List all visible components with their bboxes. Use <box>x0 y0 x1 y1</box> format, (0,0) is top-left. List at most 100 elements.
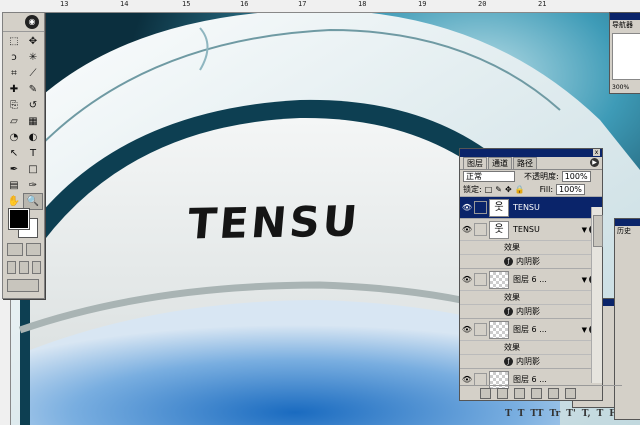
gradient-icon[interactable]: ▦ <box>24 114 42 129</box>
brush-link-icon[interactable] <box>474 201 487 214</box>
lock-image-icon[interactable]: ✎ <box>495 185 502 194</box>
magic-wand-icon[interactable]: ✳ <box>24 50 42 65</box>
navigator-preview[interactable] <box>612 33 640 80</box>
layer-row-tensu[interactable]: 👁 웃 TENSU ▼ƒ <box>460 218 602 240</box>
ruler-top: 13 14 15 16 17 18 19 20 21 <box>0 0 640 13</box>
fill-input[interactable]: 100% <box>556 184 585 195</box>
eyedropper-icon[interactable]: ✑ <box>24 178 42 193</box>
tab-navigator[interactable]: 导航器 <box>610 20 640 30</box>
new-layer-icon[interactable] <box>548 387 559 399</box>
pen-icon[interactable]: ✒ <box>5 162 23 177</box>
effects-row[interactable]: 效果 <box>460 340 602 354</box>
lock-transparency-icon[interactable]: □ <box>485 185 493 194</box>
tab-paths[interactable]: 路径 <box>513 157 537 169</box>
inner-shadow-row[interactable]: ƒ 内阴影 <box>460 304 602 318</box>
eye-icon[interactable]: 👁 <box>460 225 474 234</box>
inner-shadow-row[interactable]: ƒ 内阴影 <box>460 354 602 368</box>
screen-mode-standard-button[interactable] <box>7 261 17 274</box>
close-icon[interactable]: x <box>593 149 600 156</box>
text-style-button[interactable]: T <box>597 409 604 419</box>
blend-mode-select[interactable]: 正常 <box>463 171 515 182</box>
clone-stamp-icon[interactable]: ⎘ <box>5 98 23 113</box>
layers-panel[interactable]: x 图层 通道 路径 ▶ 正常 不透明度: 100% 锁定: □ ✎ ✥ 🔒 F… <box>459 148 622 401</box>
zoom-icon[interactable]: 🔍 <box>23 193 43 210</box>
layer-name[interactable]: TENSU <box>513 225 540 234</box>
layer-name[interactable]: 图层 6 ... <box>513 324 547 335</box>
shape-icon[interactable]: □ <box>24 162 42 177</box>
text-style-button[interactable]: T' <box>566 409 575 419</box>
adjustment-layer-icon[interactable] <box>531 387 542 399</box>
effects-row[interactable]: 效果 <box>460 240 602 254</box>
link-box[interactable] <box>474 273 487 286</box>
trash-icon[interactable] <box>565 387 576 399</box>
panel-menu-arrow-icon[interactable]: ▶ <box>590 158 599 167</box>
new-set-icon[interactable] <box>514 387 525 399</box>
ruler-label: 17 <box>298 0 307 8</box>
tab-history[interactable]: 历史 <box>615 226 640 236</box>
notes-icon[interactable]: ▤ <box>5 178 23 193</box>
inner-shadow-row[interactable]: ƒ 内阴影 <box>460 254 602 268</box>
link-box[interactable] <box>474 323 487 336</box>
app-logo-icon[interactable]: ◉ <box>25 15 39 29</box>
lock-all-icon[interactable]: 🔒 <box>515 185 525 194</box>
add-style-icon[interactable] <box>480 387 491 399</box>
text-style-button[interactable]: T <box>518 409 525 419</box>
inner-shadow-label: 内阴影 <box>516 357 540 366</box>
fill-label: Fill: <box>539 185 554 194</box>
brush-icon[interactable]: ✎ <box>24 82 42 97</box>
layer-row-layer6-copy[interactable]: 👁 图层 6 ... ▼ƒ <box>460 318 602 340</box>
toolbox-panel[interactable]: ◉ ⬚ ✥ ↄ ✳ ⌗ ⟋ ✚ ✎ ⎘ ↺ ▱ ▦ ◔ ◐ ↖ T ✒ □ ▤ ✑ ✋ 🔍 <box>2 12 45 299</box>
eraser-icon[interactable]: ▱ <box>5 114 23 129</box>
marquee-icon[interactable]: ⬚ <box>5 34 23 49</box>
slice-icon[interactable]: ⟋ <box>24 66 42 81</box>
crop-icon[interactable]: ⌗ <box>5 66 23 81</box>
screen-mode-full-button[interactable] <box>31 261 41 274</box>
text-style-button[interactable]: T <box>505 409 512 419</box>
screen-mode-menu-button[interactable] <box>19 261 29 274</box>
text-style-button[interactable]: TT <box>530 409 543 419</box>
lock-position-icon[interactable]: ✥ <box>505 185 512 194</box>
layer-thumbnail-figure: 웃 <box>489 198 509 217</box>
jump-to-imageready-button[interactable] <box>7 279 39 292</box>
history-brush-icon[interactable]: ↺ <box>24 98 42 113</box>
foreground-color-swatch[interactable] <box>8 208 30 230</box>
layer-name[interactable]: 图层 6 ... <box>513 274 547 285</box>
ruler-label: 16 <box>240 0 249 8</box>
standard-mode-button[interactable] <box>7 243 23 256</box>
tab-channels[interactable]: 通道 <box>488 157 512 169</box>
dodge-icon[interactable]: ◐ <box>24 130 42 145</box>
lock-label: 锁定: <box>463 185 482 194</box>
eye-icon[interactable]: 👁 <box>460 325 474 334</box>
type-icon[interactable]: T <box>24 146 42 161</box>
layers-scrollbar[interactable] <box>591 207 603 383</box>
eye-icon[interactable]: 👁 <box>460 275 474 284</box>
healing-brush-icon[interactable]: ✚ <box>5 82 23 97</box>
opacity-input[interactable]: 100% <box>561 171 591 182</box>
lasso-icon[interactable]: ↄ <box>5 50 23 65</box>
layer-name[interactable]: 图层 6 ... <box>513 374 547 385</box>
tab-layers[interactable]: 图层 <box>463 157 487 169</box>
ruler-label: 13 <box>60 0 69 8</box>
eye-icon[interactable]: 👁 <box>460 203 474 212</box>
navigator-title-bar[interactable] <box>610 13 640 20</box>
scrollbar-thumb[interactable] <box>593 215 603 247</box>
hand-icon[interactable]: ✋ <box>5 194 23 209</box>
layers-title-bar[interactable]: x <box>460 149 602 157</box>
link-box[interactable] <box>474 223 487 236</box>
quick-mask-button[interactable] <box>25 243 41 256</box>
navigator-zoom-value[interactable]: 300% <box>612 84 629 91</box>
add-mask-icon[interactable] <box>497 387 508 399</box>
path-select-icon[interactable]: ↖ <box>5 146 23 161</box>
effects-row[interactable]: 效果 <box>460 290 602 304</box>
blur-icon[interactable]: ◔ <box>5 130 23 145</box>
toolbox-header[interactable]: ◉ <box>3 13 44 32</box>
text-style-button[interactable]: T, <box>582 409 591 419</box>
eye-icon[interactable]: 👁 <box>460 375 474 384</box>
layer-row-layer6[interactable]: 👁 图层 6 ... ▼ƒ <box>460 268 602 290</box>
layer-name[interactable]: TENSU <box>513 203 540 212</box>
text-style-button[interactable]: Tr <box>549 409 560 419</box>
move-icon[interactable]: ✥ <box>24 34 42 49</box>
layer-row-tensu-active[interactable]: 👁 웃 TENSU <box>460 196 602 218</box>
history-title-bar[interactable] <box>615 219 640 226</box>
navigator-panel[interactable]: 导航器 300% <box>609 12 640 94</box>
